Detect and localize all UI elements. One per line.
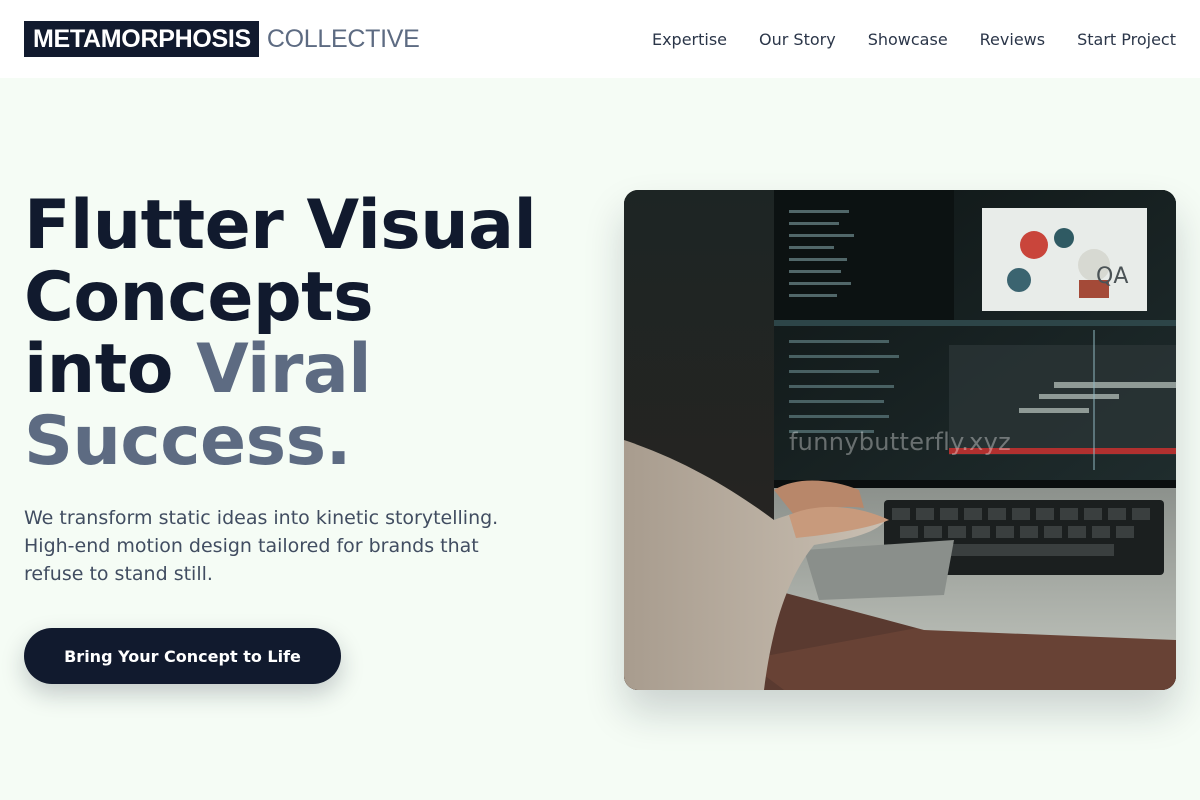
hero-subtext: We transform static ideas into kinetic s… [24, 507, 499, 585]
image-watermark: funnybutterfly.xyz [788, 428, 1012, 456]
hero-headline: Flutter Visual Concepts into Viral Succe… [24, 190, 594, 478]
nav-link-our-story[interactable]: Our Story [759, 30, 836, 49]
hero-content: Flutter Visual Concepts into Viral Succe… [24, 190, 594, 684]
logo-primary: METAMORPHOSIS [24, 21, 259, 57]
cta-button[interactable]: Bring Your Concept to Life [24, 628, 341, 684]
site-header: METAMORPHOSIS COLLECTIVE Expertise Our S… [0, 0, 1200, 78]
headline-line-2: Concepts [24, 258, 374, 337]
logo[interactable]: METAMORPHOSIS COLLECTIVE [24, 21, 420, 57]
nav-link-expertise[interactable]: Expertise [652, 30, 727, 49]
nav-link-showcase[interactable]: Showcase [868, 30, 948, 49]
headline-line-1: Flutter Visual [24, 186, 537, 265]
logo-secondary: COLLECTIVE [266, 25, 420, 53]
hero-image: QA funnybutterfly.xyz [624, 190, 1176, 690]
preview-label: QA [1096, 264, 1128, 289]
nav-link-start-project[interactable]: Start Project [1077, 30, 1176, 49]
headline-line-3-plain: into [24, 330, 197, 409]
nav-link-reviews[interactable]: Reviews [980, 30, 1045, 49]
headline-accent-viral: Viral [196, 330, 372, 409]
main-nav: Expertise Our Story Showcase Reviews Sta… [652, 30, 1176, 49]
headline-accent-success: Success. [24, 402, 351, 481]
